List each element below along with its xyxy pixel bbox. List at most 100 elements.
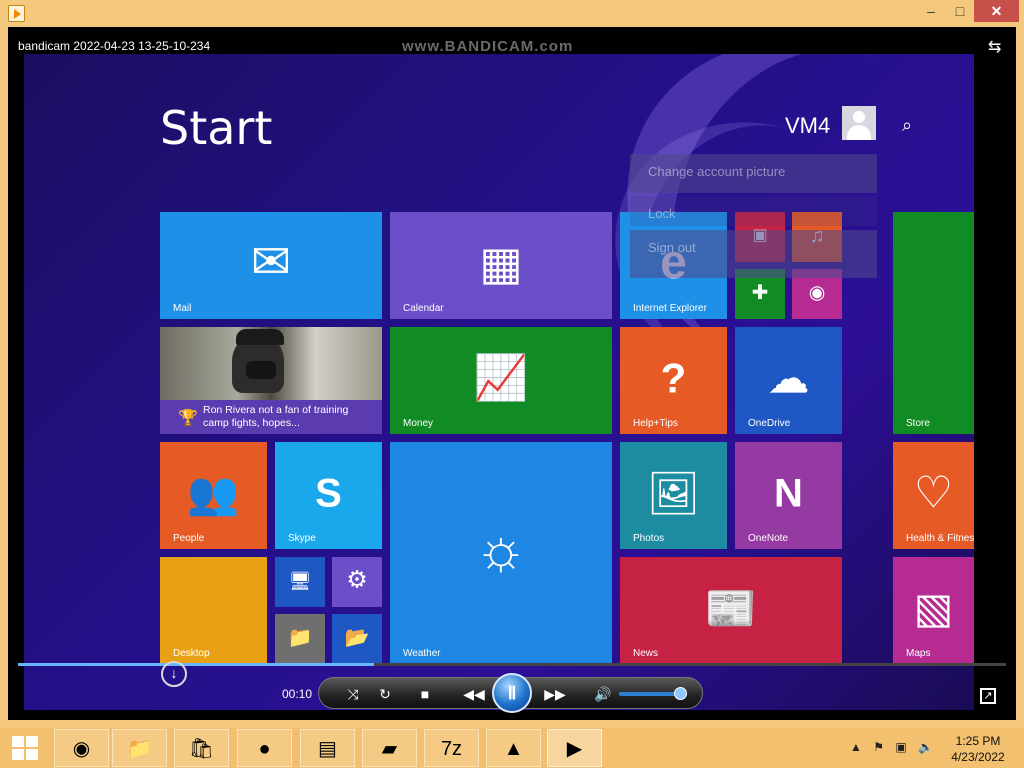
tile-mail: ✉ Mail xyxy=(160,212,382,319)
media-player-app-icon xyxy=(8,5,25,22)
tile-label: Money xyxy=(403,418,434,429)
sun-icon: ☼ xyxy=(474,516,528,582)
tile-health: ♡ Health & Fitness xyxy=(893,442,974,549)
calendar-icon: ▦ xyxy=(479,236,523,289)
pause-button[interactable]: Ⅱ xyxy=(492,673,532,713)
control-panel-icon[interactable]: ▤ xyxy=(300,729,355,767)
people-icon: 👥 xyxy=(187,468,240,516)
folder-icon: 📁 xyxy=(287,626,313,649)
seek-progress xyxy=(18,663,374,666)
close-button[interactable]: ✕ xyxy=(974,0,1019,22)
tile-label: Help+Tips xyxy=(633,418,678,429)
bandicam-record-icon[interactable]: ● xyxy=(237,729,292,767)
sports-headline: Ron Rivera not a fan of training camp fi… xyxy=(203,404,349,429)
newspaper-icon: 📰 xyxy=(704,583,758,631)
tile-skype: S Skype xyxy=(275,442,382,549)
user-avatar xyxy=(842,106,876,140)
account-menu: Change account picture Lock Sign out xyxy=(630,154,877,279)
file-explorer-icon[interactable]: 📁 xyxy=(112,729,167,767)
tile-label: Skype xyxy=(288,533,316,544)
change-account-picture-item: Change account picture xyxy=(630,154,877,193)
taskbar-clock[interactable]: 1:25 PM 4/23/2022 xyxy=(950,733,1006,765)
media-player-window: – □ ✕ bandicam 2022-04-23 13-25-10-234 w… xyxy=(0,0,1024,728)
network-icon[interactable]: ▣ xyxy=(895,740,906,754)
flag-icon[interactable]: ⚑ xyxy=(873,740,884,754)
computer-icon: 🖥 xyxy=(288,570,312,591)
clock-time: 1:25 PM xyxy=(955,734,1001,748)
tile-onedrive: ☁ OneDrive xyxy=(735,327,842,434)
mail-icon: ✉ xyxy=(250,235,292,289)
tile-label: OneNote xyxy=(748,533,789,544)
tile-label: People xyxy=(173,533,205,544)
repeat-button[interactable]: ↻ xyxy=(373,683,397,705)
video-player[interactable]: bandicam 2022-04-23 13-25-10-234 www.BAN… xyxy=(8,27,1016,720)
tile-label: Photos xyxy=(633,533,665,544)
volume-icon[interactable]: 🔈 xyxy=(918,740,933,754)
app-icon[interactable]: ▲ xyxy=(486,729,541,767)
tile-label: Weather xyxy=(403,648,441,659)
previous-button[interactable]: ◀◀ xyxy=(457,683,491,705)
file-icon: 📂 xyxy=(344,626,370,649)
expand-icon[interactable]: ↗ xyxy=(980,688,996,704)
tile-label: OneDrive xyxy=(748,418,791,429)
video-frame: Start VM4 ⌕ ✉ Mail ▦ Calendar e Internet… xyxy=(24,54,974,710)
download-icon[interactable]: ↓ xyxy=(161,661,187,687)
playback-controls: ⤨ ↻ ■ ◀◀ Ⅱ ▶▶ 🔊 xyxy=(318,673,703,713)
tile-folder: 📁 xyxy=(275,614,325,664)
tile-settings: ⚙ xyxy=(332,557,382,607)
money-chart-icon: 📈 xyxy=(473,352,529,402)
tile-people: 👥 People xyxy=(160,442,267,549)
next-button[interactable]: ▶▶ xyxy=(538,683,572,705)
lock-item: Lock xyxy=(630,196,877,226)
mute-button[interactable]: 🔊 xyxy=(591,683,615,705)
tile-weather: ☼ Weather xyxy=(390,442,612,664)
switch-to-library-icon[interactable]: ⇆ xyxy=(988,39,1006,57)
video-file-title: bandicam 2022-04-23 13-25-10-234 xyxy=(18,39,211,53)
question-icon: ? xyxy=(660,353,687,401)
shuffle-button[interactable]: ⤨ xyxy=(341,683,365,705)
minimize-button[interactable]: – xyxy=(916,0,946,22)
clock-date: 4/23/2022 xyxy=(951,750,1005,764)
gamepad-icon: ✚ xyxy=(751,281,769,304)
maximize-button[interactable]: □ xyxy=(946,0,974,22)
tile-label: Internet Explorer xyxy=(633,303,707,314)
tile-calendar: ▦ Calendar xyxy=(390,212,612,319)
heart-icon: ♡ xyxy=(913,467,954,517)
taskbar: ◉ 📁 🛍 ● ▤ ▰ 7z ▲ ▶ ▲ ⚑ ▣ 🔈 1:25 PM 4/23/… xyxy=(0,728,1024,768)
volume-thumb[interactable] xyxy=(673,687,687,700)
onenote-icon: N xyxy=(774,471,803,516)
tile-desktop: Desktop xyxy=(160,557,267,664)
tile-files: 📂 xyxy=(332,614,382,664)
7zip-icon[interactable]: 7z xyxy=(424,729,479,767)
photo-icon: 🖼 xyxy=(646,468,701,516)
chrome-icon[interactable]: ◉ xyxy=(54,729,109,767)
tile-news: 📰 News xyxy=(620,557,842,664)
time-readout: 00:10 xyxy=(282,687,313,701)
tile-money: 📈 Money xyxy=(390,327,612,434)
tile-label: Store xyxy=(906,418,930,429)
map-icon: ▧ xyxy=(913,583,954,631)
tile-label: News xyxy=(633,648,659,659)
camera-icon: ◉ xyxy=(808,282,826,304)
stop-button[interactable]: ■ xyxy=(413,683,437,705)
tile-label: Desktop xyxy=(173,648,210,659)
system-tray: ▲ ⚑ ▣ 🔈 xyxy=(850,740,941,754)
tile-help-tips: ? Help+Tips xyxy=(620,327,727,434)
tile-computer: 🖥 xyxy=(275,557,325,607)
trophy-icon: 🏆 xyxy=(178,410,198,427)
media-player-icon[interactable]: ▶ xyxy=(547,729,602,767)
tile-sports: 🏆 Ron Rivera not a fan of training camp … xyxy=(160,327,382,434)
store-icon[interactable]: 🛍 xyxy=(174,729,229,767)
show-hidden-icons-icon[interactable]: ▲ xyxy=(850,740,862,754)
tile-label: Mail xyxy=(173,303,192,314)
windows-start-button[interactable] xyxy=(12,736,38,761)
start-title: Start xyxy=(160,101,273,155)
notepad-icon[interactable]: ▰ xyxy=(362,729,417,767)
sign-out-item: Sign out xyxy=(630,230,877,278)
title-bar[interactable]: – □ ✕ xyxy=(0,0,1024,27)
user-name: VM4 xyxy=(785,113,831,138)
skype-icon: S xyxy=(315,471,342,516)
gear-icon: ⚙ xyxy=(346,566,368,594)
tile-label: Health & Fitness xyxy=(906,533,974,544)
search-icon: ⌕ xyxy=(902,115,913,135)
